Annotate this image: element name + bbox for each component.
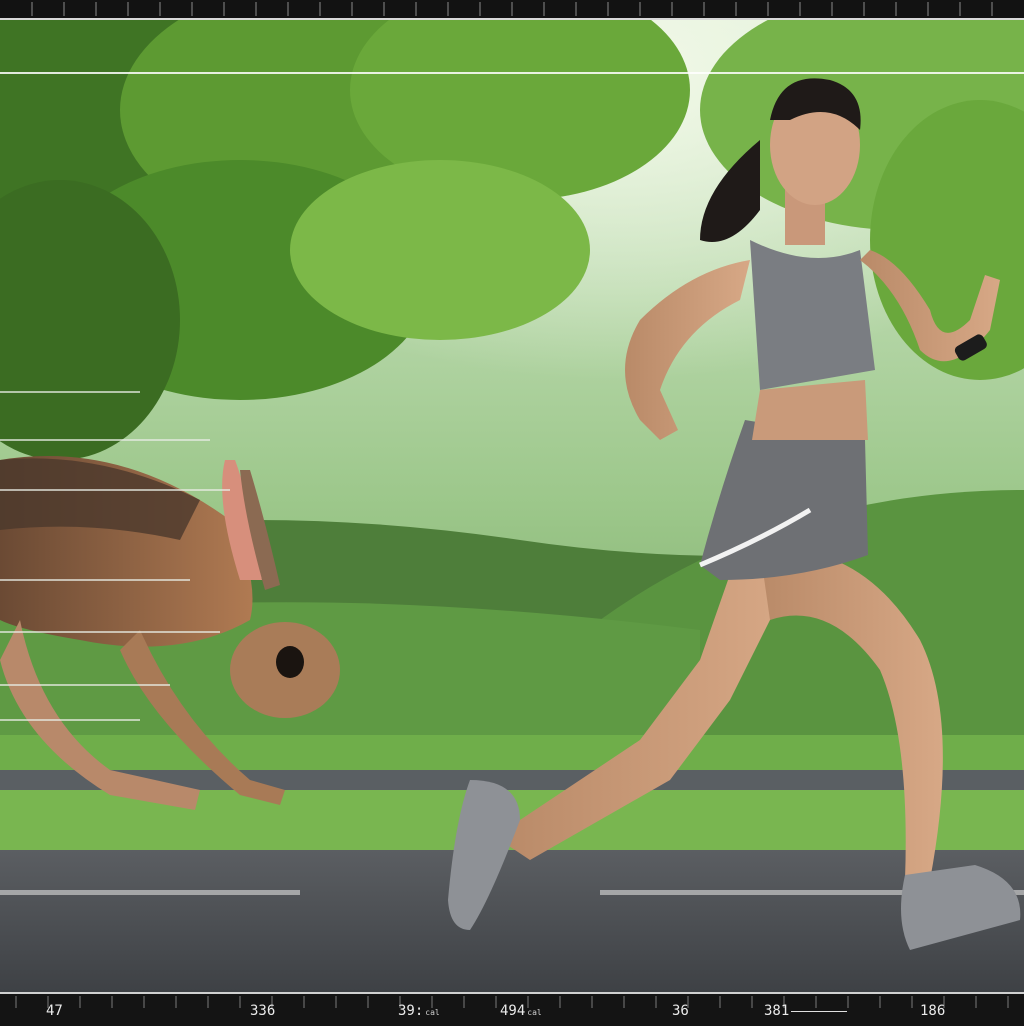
readout-6-line [791, 1010, 848, 1012]
readout-5-value: 36 [672, 1003, 689, 1019]
readout-3-unit: cal [425, 1008, 440, 1017]
readout-4-unit: cal [527, 1008, 542, 1017]
readout-1: 47 [46, 1003, 63, 1019]
readout-3: 39: cal [398, 1003, 440, 1019]
readout-2-value: 336 [250, 1003, 276, 1019]
readout-6-value: 381 [764, 1003, 790, 1019]
readout-2: 336 [250, 1003, 275, 1019]
readout-3-value: 39: [398, 1003, 424, 1019]
readout-4-value: 494 [500, 1003, 526, 1019]
bottom-timeline-bar: 47 336 39: cal 494 cal 36 381 186 [0, 992, 1024, 1026]
overlay-guide-line [0, 72, 1024, 74]
readout-4: 494 cal [500, 1003, 542, 1019]
readout-7-value: 186 [920, 1003, 946, 1019]
readout-7: 186 [920, 1003, 945, 1019]
running-scene [0, 20, 1024, 992]
top-tick-marks [31, 2, 993, 16]
photo-frame: 47 336 39: cal 494 cal 36 381 186 [0, 0, 1024, 1026]
top-timeline-bar [0, 0, 1024, 20]
readout-5: 36 [672, 1003, 689, 1019]
readout-6: 381 [764, 1003, 848, 1019]
readout-1-value: 47 [46, 1003, 63, 1019]
